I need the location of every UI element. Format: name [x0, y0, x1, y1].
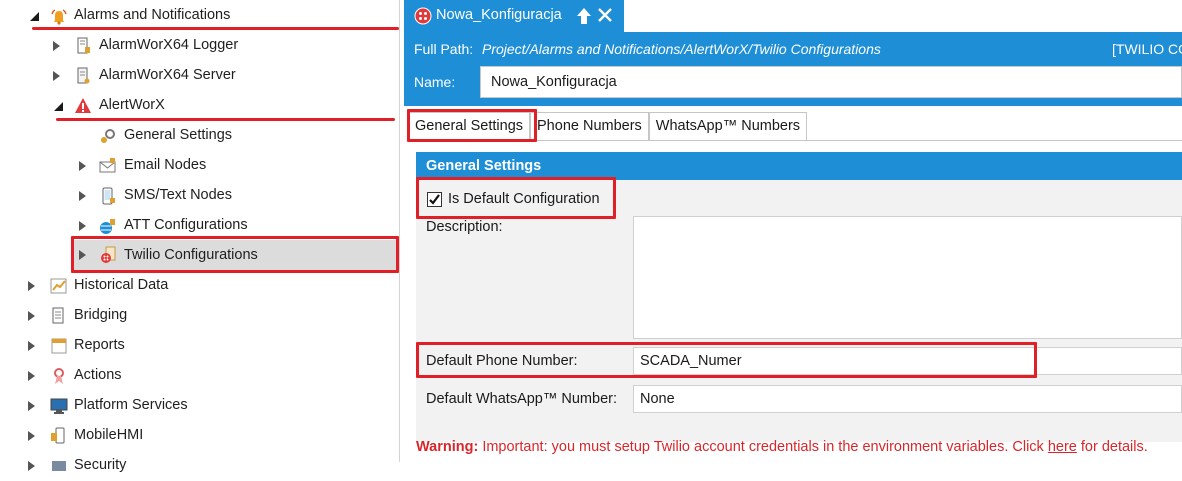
tab-general-settings[interactable]: General Settings: [408, 112, 531, 140]
document-tab-title: Nowa_Konfiguracja: [436, 7, 562, 23]
collapsed-arrow-icon[interactable]: [25, 370, 37, 382]
pin-up-arrow-icon[interactable]: [576, 7, 592, 25]
actions-icon: [50, 367, 68, 385]
warning-suffix: for details.: [1076, 439, 1148, 455]
section-title: General Settings: [416, 152, 1182, 180]
reports-icon: [50, 337, 68, 355]
email-icon: [99, 157, 117, 175]
warning-link[interactable]: here: [1048, 439, 1077, 455]
tree-item-att-configurations[interactable]: ATT Configurations: [0, 211, 400, 241]
editor-header: Full Path: Project/Alarms and Notificati…: [404, 32, 1182, 106]
tree-item-label: Reports: [74, 337, 125, 353]
warning-text: Important: you must setup Twilio account…: [478, 439, 1048, 455]
mobile-hmi-icon: [50, 427, 68, 445]
default-phone-number-label: Default Phone Number:: [426, 353, 578, 369]
monitor-icon: [50, 397, 68, 415]
name-label: Name:: [414, 74, 456, 90]
tree-item-actions[interactable]: Actions: [0, 361, 400, 391]
bridging-icon: [50, 307, 68, 325]
full-path-value: Project/Alarms and Notifications/AlertWo…: [482, 41, 881, 57]
tree-item-label: Twilio Configurations: [124, 247, 258, 263]
configuration-editor: Nowa_Konfiguracja Full Path: Project/Ala…: [404, 0, 1182, 462]
collapsed-arrow-icon[interactable]: [76, 160, 88, 172]
full-path-label: Full Path:: [414, 41, 474, 57]
security-icon: [50, 457, 68, 475]
tree-item-email-nodes[interactable]: Email Nodes: [0, 151, 400, 181]
mobile-phone-icon: [99, 187, 117, 205]
expanded-arrow-icon[interactable]: [52, 100, 64, 112]
tree-item-bridging[interactable]: Bridging: [0, 301, 400, 331]
close-icon[interactable]: [598, 8, 612, 22]
collapsed-arrow-icon[interactable]: [50, 70, 62, 82]
default-whatsapp-number-field[interactable]: None: [633, 385, 1182, 413]
is-default-label[interactable]: Is Default Configuration: [448, 191, 600, 207]
tree-item-label: Bridging: [74, 307, 128, 323]
default-whatsapp-number-label: Default WhatsApp™ Number:: [426, 391, 617, 407]
tree-item-reports[interactable]: Reports: [0, 331, 400, 361]
tree-item-label: Email Nodes: [124, 157, 207, 173]
tree-item-general-settings[interactable]: General Settings: [0, 121, 400, 151]
collapsed-arrow-icon[interactable]: [25, 280, 37, 292]
collapsed-arrow-icon[interactable]: [25, 400, 37, 412]
settings-tabs: General Settings Phone Numbers WhatsApp™…: [408, 112, 808, 140]
configuration-type-tag: [TWILIO CO: [1112, 41, 1182, 57]
warning-triangle-icon: [74, 97, 92, 115]
tree-item-label: General Settings: [124, 127, 233, 143]
collapsed-arrow-icon[interactable]: [25, 310, 37, 322]
collapsed-arrow-icon[interactable]: [25, 430, 37, 442]
tree-item-label: AlarmWorX64 Server: [99, 67, 236, 83]
tree-item-alarmworx64-logger[interactable]: AlarmWorX64 Logger: [0, 31, 400, 61]
tab-whatsapp-numbers[interactable]: WhatsApp™ Numbers: [648, 112, 808, 140]
description-label: Description:: [426, 219, 503, 235]
tree-item-label: SMS/Text Nodes: [124, 187, 232, 203]
description-textarea[interactable]: [633, 216, 1182, 339]
tree-item-label: Historical Data: [74, 277, 169, 293]
tree-item-label: AlertWorX: [99, 97, 165, 113]
twilio-icon: [99, 246, 117, 264]
expanded-arrow-icon[interactable]: [28, 10, 40, 22]
tree-item-label: Security: [74, 457, 127, 473]
tree-item-label: Alarms and Notifications: [74, 7, 231, 23]
name-input[interactable]: Nowa_Konfiguracja: [480, 66, 1182, 98]
document-tab[interactable]: Nowa_Konfiguracja: [404, 0, 624, 32]
warning-message: Warning: Important: you must setup Twili…: [416, 439, 1148, 455]
tree-item-label: Actions: [74, 367, 122, 383]
tabs-divider: [408, 140, 1182, 141]
collapsed-arrow-icon[interactable]: [76, 220, 88, 232]
chart-icon: [50, 277, 68, 295]
tree-item-platform-services[interactable]: Platform Services: [0, 391, 400, 421]
is-default-checkbox[interactable]: [427, 192, 442, 207]
bell-alarm-icon: [50, 8, 68, 26]
tree-item-label: ATT Configurations: [124, 217, 248, 233]
default-phone-number-field[interactable]: SCADA_Numer: [633, 347, 1182, 375]
logger-icon: [74, 37, 92, 55]
tree-item-sms-text-nodes[interactable]: SMS/Text Nodes: [0, 181, 400, 211]
twilio-icon: [414, 7, 432, 25]
gears-icon: [99, 127, 117, 145]
tree-item-label: Platform Services: [74, 397, 188, 413]
tree-item-label: MobileHMI: [74, 427, 144, 443]
warning-prefix: Warning:: [416, 439, 479, 455]
collapsed-arrow-icon[interactable]: [25, 340, 37, 352]
tab-phone-numbers[interactable]: Phone Numbers: [530, 112, 649, 140]
server-icon: [74, 67, 92, 85]
collapsed-arrow-icon[interactable]: [50, 40, 62, 52]
general-settings-section: General Settings Is Default Configuratio…: [416, 152, 1182, 442]
tree-item-historical-data[interactable]: Historical Data: [0, 271, 400, 301]
tree-item-alertworx[interactable]: AlertWorX: [0, 91, 400, 121]
att-globe-icon: [99, 217, 117, 235]
collapsed-arrow-icon[interactable]: [76, 190, 88, 202]
collapsed-arrow-icon[interactable]: [76, 249, 88, 261]
project-tree: Alarms and Notifications AlarmWorX64 Log…: [0, 0, 400, 473]
checkmark-icon: [429, 194, 440, 205]
tree-item-twilio-configurations[interactable]: Twilio Configurations: [72, 240, 398, 270]
tree-item-security[interactable]: Security: [0, 451, 400, 481]
highlight-underline: [32, 27, 399, 30]
tree-item-mobilehmi[interactable]: MobileHMI: [0, 421, 400, 451]
tree-item-label: AlarmWorX64 Logger: [99, 37, 239, 53]
tree-item-alarmworx64-server[interactable]: AlarmWorX64 Server: [0, 61, 400, 91]
